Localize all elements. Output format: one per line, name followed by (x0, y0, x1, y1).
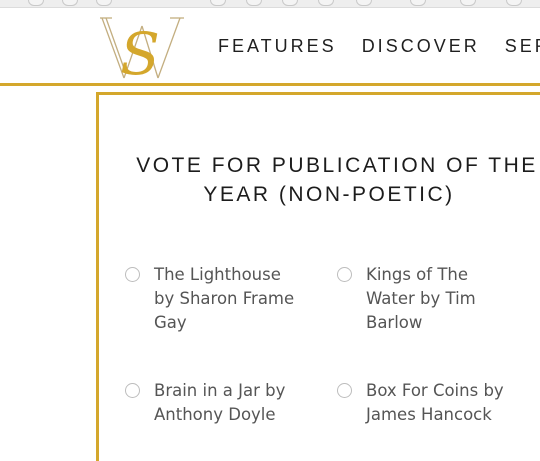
radio-button[interactable] (125, 267, 140, 282)
poll-option-kings-of-the-water[interactable]: Kings of The Water by Tim Barlow (337, 263, 476, 335)
poll-card: VOTE FOR PUBLICATION OF THE YEAR (NON-PO… (96, 92, 540, 461)
svg-text:S: S (120, 20, 160, 82)
header-divider (0, 83, 540, 86)
option-label-line1: The Lighthouse (154, 265, 281, 284)
radio-button[interactable] (337, 383, 352, 398)
site-header: S FEATURES DISCOVER SER (0, 8, 540, 88)
poll-option-box-for-coins[interactable]: Box For Coins by James Hancock (337, 379, 504, 427)
option-label-line2: Anthony Doyle (154, 405, 276, 424)
toolbar-tab[interactable] (246, 0, 262, 6)
poll-title: VOTE FOR PUBLICATION OF THE YEAR (NON-PO… (99, 151, 540, 209)
option-label-line2: Water by Tim (366, 289, 476, 308)
toolbar-tab[interactable] (506, 0, 522, 6)
toolbar-tab[interactable] (282, 0, 298, 6)
poll-title-line2: YEAR (NON-POETIC) (203, 183, 455, 206)
page: S FEATURES DISCOVER SER VOTE FOR PUBLICATI… (0, 0, 540, 461)
nav-item-discover[interactable]: DISCOVER (362, 36, 480, 57)
option-label-line1: Box For Coins by (366, 381, 504, 400)
radio-button[interactable] (337, 267, 352, 282)
browser-toolbar-strip (0, 0, 540, 8)
toolbar-tab[interactable] (318, 0, 334, 6)
sw-monogram-logo-icon: S (100, 17, 184, 88)
poll-option-lighthouse[interactable]: The Lighthouse by Sharon Frame Gay (125, 263, 294, 335)
toolbar-tab[interactable] (96, 0, 112, 6)
option-label-line2: James Hancock (366, 405, 492, 424)
option-label-line2: by Sharon Frame (154, 289, 295, 308)
option-label-line1: Kings of The (366, 265, 469, 284)
nav-item-ser[interactable]: SER (505, 36, 540, 57)
main-nav: FEATURES DISCOVER SER (218, 36, 540, 57)
option-label-line1: Brain in a Jar by (154, 381, 286, 400)
poll-title-line1: VOTE FOR PUBLICATION OF THE (136, 154, 538, 177)
nav-item-features[interactable]: FEATURES (218, 36, 337, 57)
toolbar-tab[interactable] (28, 0, 44, 6)
toolbar-tab[interactable] (356, 0, 372, 6)
radio-button[interactable] (125, 383, 140, 398)
toolbar-tab[interactable] (460, 0, 476, 6)
poll-option-brain-in-a-jar[interactable]: Brain in a Jar by Anthony Doyle (125, 379, 285, 427)
toolbar-tab[interactable] (210, 0, 226, 6)
option-label-line3: Gay (154, 313, 187, 332)
site-logo[interactable]: S (100, 12, 184, 88)
option-label-line3: Barlow (366, 313, 423, 332)
toolbar-tab[interactable] (410, 0, 426, 6)
toolbar-tab[interactable] (62, 0, 78, 6)
